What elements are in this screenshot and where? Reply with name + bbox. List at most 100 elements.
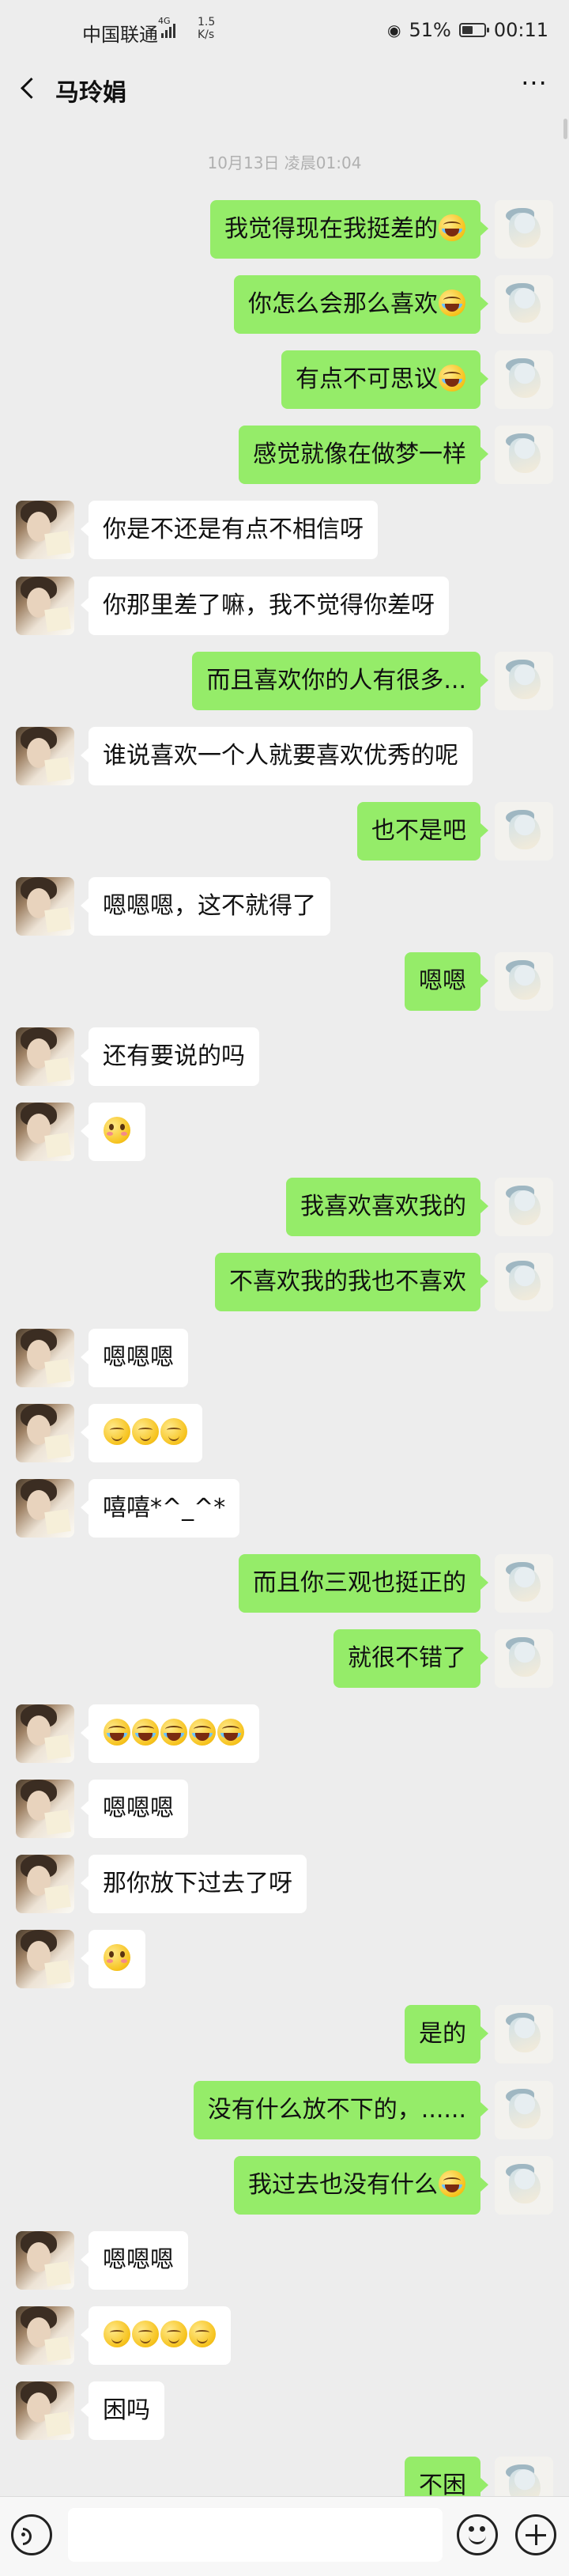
contact-avatar[interactable]	[16, 727, 74, 785]
message-text: 困吗	[103, 2396, 150, 2424]
blush-emoji-icon	[160, 2321, 187, 2347]
sent-message: 就很不错了	[0, 1629, 569, 1688]
message-bubble[interactable]: 是的	[405, 2005, 488, 2063]
message-bubble[interactable]	[81, 1103, 145, 1161]
my-avatar[interactable]	[495, 1629, 553, 1688]
message-bubble[interactable]: 也不是吧	[357, 802, 488, 861]
contact-avatar[interactable]	[16, 1103, 74, 1161]
contact-avatar[interactable]	[16, 1930, 74, 1988]
my-avatar[interactable]	[495, 952, 553, 1011]
emoji-icon[interactable]	[457, 2514, 498, 2555]
contact-avatar[interactable]	[16, 1704, 74, 1763]
message-bubble[interactable]	[81, 1404, 202, 1462]
my-avatar[interactable]	[495, 652, 553, 710]
contact-avatar[interactable]	[16, 577, 74, 635]
message-bubble[interactable]: 感觉就像在做梦一样	[239, 426, 488, 484]
network-type: 4G	[158, 16, 171, 26]
scrollbar[interactable]	[563, 119, 567, 139]
received-message: 你是不还是有点不相信呀	[0, 501, 569, 559]
message-bubble[interactable]: 我过去也没有什么	[234, 2156, 488, 2215]
message-bubble[interactable]: 嗯嗯嗯，这不就得了	[81, 877, 330, 936]
message-bubble[interactable]: 我喜欢喜欢我的	[286, 1178, 488, 1236]
contact-avatar[interactable]	[16, 1855, 74, 1913]
signal-icon: 4G	[158, 16, 175, 41]
message-text: 你那里差了嘛，我不觉得你差呀	[103, 592, 435, 619]
message-bubble[interactable]: 嘻嘻*^_^*	[80, 1479, 240, 1538]
flush-emoji-icon	[104, 1117, 130, 1144]
message-bubble[interactable]	[81, 1704, 259, 1763]
message-bubble[interactable]: 嗯嗯嗯	[81, 2231, 188, 2290]
blush-emoji-icon	[189, 2321, 216, 2347]
message-bubble[interactable]: 你是不还是有点不相信呀	[81, 501, 378, 559]
status-bar: 中国联通 4G 1.5 K/s ◉ 51% 00:11	[0, 0, 569, 62]
contact-avatar[interactable]	[16, 1329, 74, 1387]
message-bubble[interactable]: 就很不错了	[333, 1629, 488, 1688]
message-bubble[interactable]: 那你放下过去了呀	[81, 1855, 307, 1913]
received-message	[0, 1930, 569, 1988]
message-bubble[interactable]: 你那里差了嘛，我不觉得你差呀	[81, 577, 449, 635]
blush-emoji-icon	[104, 1418, 130, 1445]
battery-percent: 51%	[409, 19, 451, 41]
received-message: 嘻嘻*^_^*	[0, 1479, 569, 1538]
contact-avatar[interactable]	[16, 1479, 74, 1538]
contact-avatar[interactable]	[16, 1780, 74, 1838]
received-message: 嗯嗯嗯	[0, 1780, 569, 1838]
message-input[interactable]	[68, 2508, 443, 2562]
message-bubble[interactable]	[81, 2306, 231, 2365]
received-message: 嗯嗯嗯	[0, 1329, 569, 1387]
my-avatar[interactable]	[495, 1253, 553, 1311]
message-bubble[interactable]: 而且你三观也挺正的	[239, 1554, 488, 1613]
my-avatar[interactable]	[495, 1554, 553, 1613]
my-avatar[interactable]	[495, 350, 553, 409]
message-bubble[interactable]	[81, 1930, 145, 1988]
message-bubble[interactable]: 嗯嗯	[405, 952, 488, 1011]
more-dots-icon[interactable]: ···	[517, 70, 552, 101]
message-text: 是的	[419, 2020, 466, 2048]
message-text: 嗯嗯嗯	[103, 1344, 174, 1371]
input-bar	[0, 2496, 569, 2576]
message-text: 你是不还是有点不相信呀	[103, 516, 364, 543]
message-bubble[interactable]: 不喜欢我的我也不喜欢	[215, 1253, 488, 1311]
contact-avatar[interactable]	[16, 501, 74, 559]
message-bubble[interactable]: 有点不可思议	[281, 350, 488, 409]
message-text: 嗯嗯嗯，这不就得了	[103, 892, 316, 920]
contact-avatar[interactable]	[16, 2306, 74, 2365]
message-bubble[interactable]: 而且喜欢你的人有很多...	[192, 652, 488, 710]
message-bubble[interactable]: 嗯嗯嗯	[81, 1780, 188, 1838]
joy-emoji-icon	[439, 214, 465, 241]
network-speed: 1.5 K/s	[198, 16, 216, 41]
my-avatar[interactable]	[495, 2156, 553, 2215]
my-avatar[interactable]	[495, 200, 553, 259]
my-avatar[interactable]	[495, 275, 553, 334]
message-text: 你怎么会那么喜欢	[248, 290, 438, 318]
eye-icon: ◉	[387, 21, 401, 40]
message-bubble[interactable]: 还有要说的吗	[81, 1027, 259, 1086]
contact-avatar[interactable]	[16, 2381, 74, 2440]
my-avatar[interactable]	[495, 426, 553, 484]
message-bubble[interactable]: 困吗	[81, 2381, 164, 2440]
joy-emoji-icon	[439, 2170, 465, 2197]
message-bubble[interactable]: 没有什么放不下的，......	[193, 2081, 489, 2139]
contact-avatar[interactable]	[16, 1404, 74, 1462]
chevron-left-icon[interactable]	[16, 74, 43, 101]
plus-icon[interactable]	[515, 2514, 556, 2555]
my-avatar[interactable]	[495, 802, 553, 861]
message-text: 我喜欢喜欢我的	[300, 1193, 466, 1220]
message-bubble[interactable]: 你怎么会那么喜欢	[234, 275, 488, 334]
message-bubble[interactable]: 我觉得现在我挺差的	[210, 200, 488, 259]
message-bubble[interactable]: 谁说喜欢一个人就要喜欢优秀的呢	[81, 727, 473, 785]
clock: 00:11	[493, 19, 548, 41]
contact-avatar[interactable]	[16, 2231, 74, 2290]
contact-avatar[interactable]	[16, 877, 74, 936]
message-bubble[interactable]: 嗯嗯嗯	[81, 1329, 188, 1387]
sent-message: 我过去也没有什么	[0, 2156, 569, 2215]
message-text: 我过去也没有什么	[248, 2171, 438, 2199]
my-avatar[interactable]	[495, 2005, 553, 2063]
blush-emoji-icon	[104, 2321, 130, 2347]
my-avatar[interactable]	[495, 2081, 553, 2139]
contact-avatar[interactable]	[16, 1027, 74, 1086]
my-avatar[interactable]	[495, 1178, 553, 1236]
battery-icon	[458, 23, 489, 37]
sent-message: 是的	[0, 2005, 569, 2063]
voice-icon[interactable]	[11, 2514, 52, 2555]
